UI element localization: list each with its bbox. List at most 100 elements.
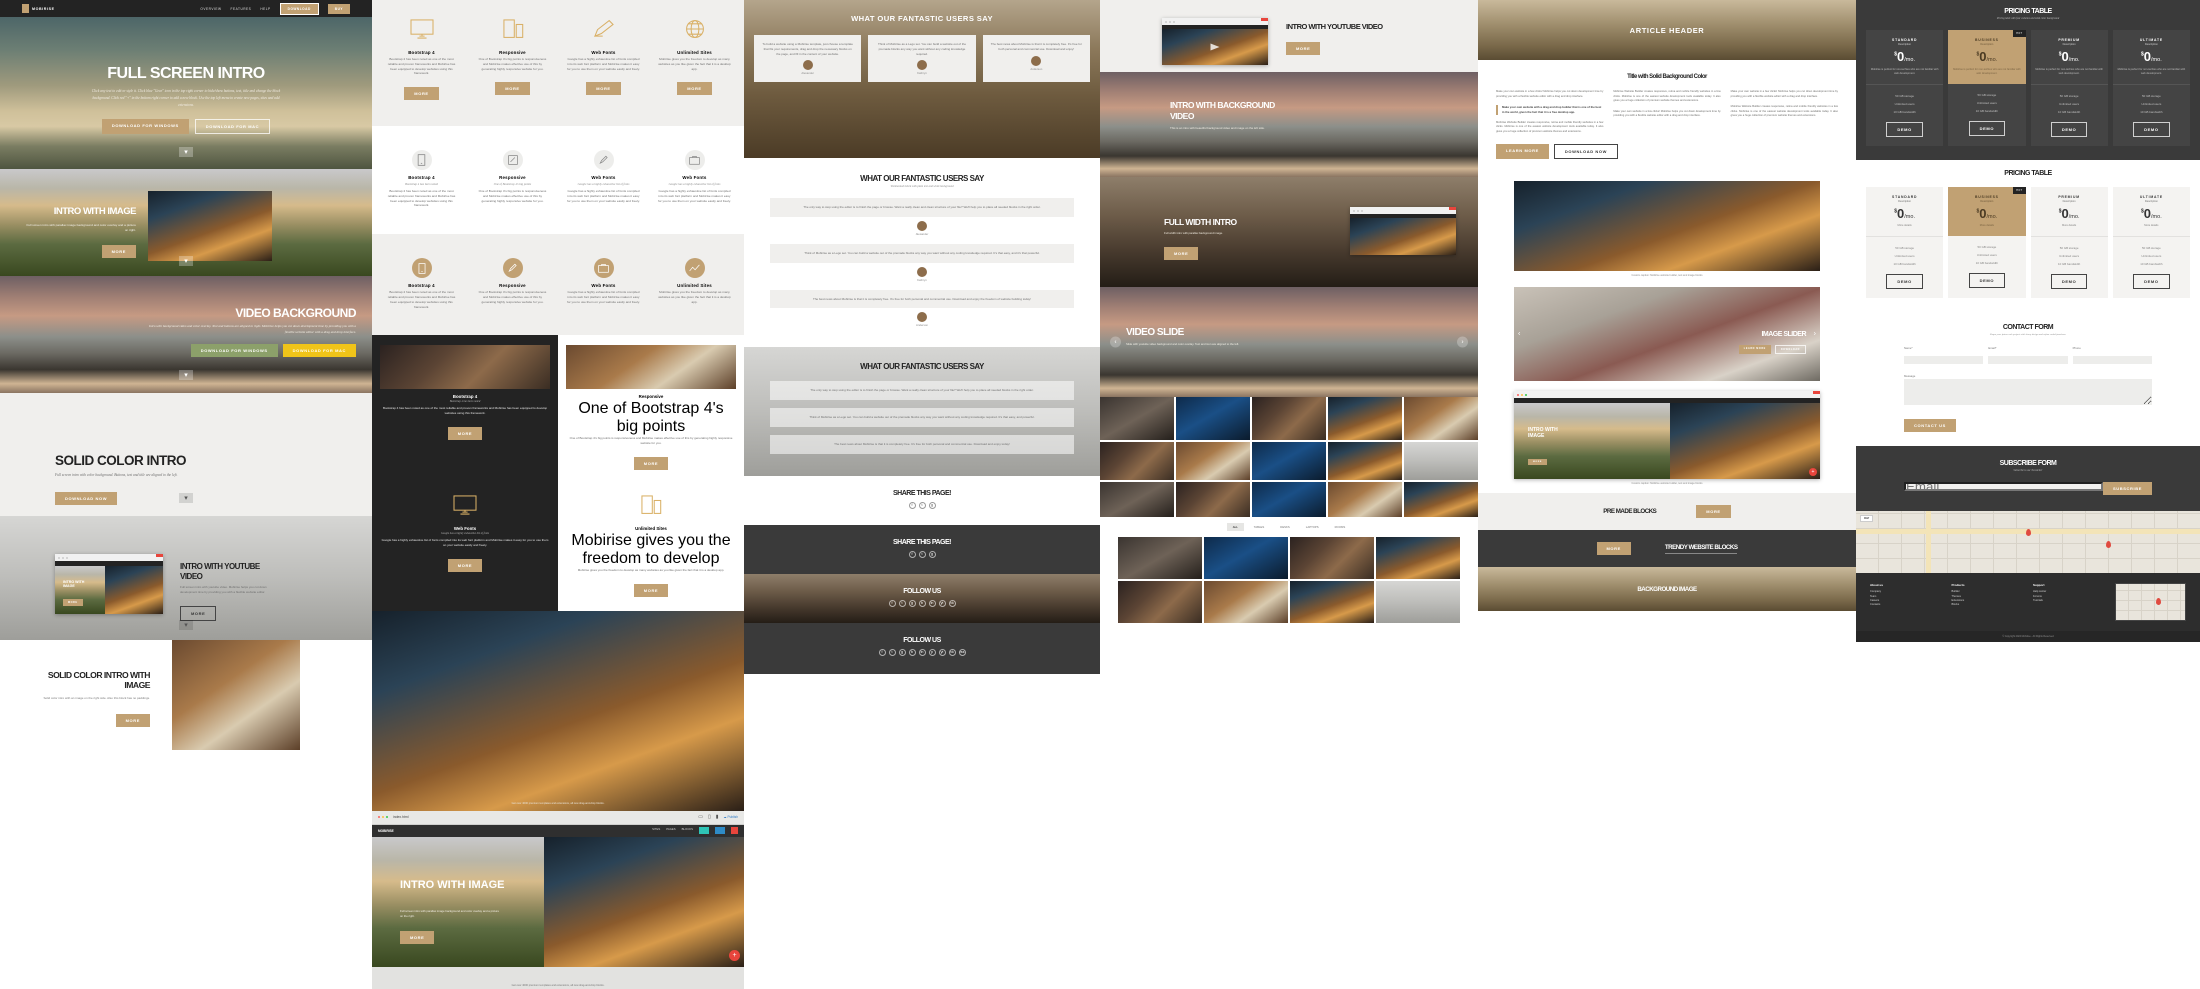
slider-next-arrow[interactable]: › <box>1457 336 1468 348</box>
image-slider-learn-button[interactable]: LEARN MORE <box>1738 345 1771 355</box>
google-icon[interactable]: g <box>928 501 936 509</box>
slider-prev-arrow[interactable]: ‹ <box>1110 336 1121 348</box>
full-width-intro-button[interactable]: MORE <box>1164 246 1199 260</box>
footer-link[interactable]: Blocks <box>1952 603 2024 607</box>
feature-more-button[interactable]: MORE <box>586 82 621 96</box>
gallery-tab-tables[interactable]: TABLES <box>1248 523 1271 531</box>
gallery-item[interactable] <box>1204 537 1288 579</box>
plan-demo-button[interactable]: DEMO <box>2133 121 2170 137</box>
feature-more-button[interactable]: MORE <box>495 82 530 96</box>
plan-demo-button[interactable]: DEMO <box>2050 121 2088 137</box>
gallery-item[interactable] <box>1252 482 1326 517</box>
intro-youtube-more-button[interactable]: MORE <box>1286 42 1321 56</box>
twitter-icon[interactable]: t <box>918 550 926 558</box>
plan-demo-button[interactable]: DEMO <box>1968 273 2006 289</box>
email-input[interactable] <box>1988 355 2068 364</box>
footer-link[interactable]: Contacts <box>1870 603 1942 607</box>
close-icon[interactable] <box>1813 391 1820 395</box>
editor-menu-pages[interactable]: PAGES <box>666 827 675 834</box>
gallery-item[interactable] <box>1404 397 1478 440</box>
scroll-down-arrow[interactable]: ▾ <box>179 620 193 630</box>
download-windows-button[interactable]: DOWNLOAD FOR WINDOWS <box>101 119 189 135</box>
gallery-item[interactable] <box>1118 537 1202 579</box>
nav-link-overview[interactable]: OVERVIEW <box>200 7 221 11</box>
editor-action-green[interactable] <box>699 827 709 835</box>
gallery-item[interactable] <box>1376 581 1460 623</box>
phone-input[interactable] <box>2072 355 2152 364</box>
google-icon[interactable]: g <box>908 599 916 607</box>
facebook-icon[interactable]: f <box>888 599 896 607</box>
editor-page-button[interactable]: MORE <box>400 930 435 944</box>
google-icon[interactable]: g <box>898 648 906 656</box>
plan-demo-button[interactable]: DEMO <box>1968 120 2006 136</box>
close-icon[interactable] <box>156 554 163 557</box>
vk-icon[interactable]: vk <box>948 599 956 607</box>
twitter-icon[interactable]: t <box>918 501 926 509</box>
publish-icon[interactable]: ☁ Publish <box>723 815 738 819</box>
block-map[interactable]: MAP <box>1856 511 2200 574</box>
editor-menu-blocks[interactable]: BLOCKS <box>682 827 693 834</box>
nav-link-help[interactable]: HELP <box>260 7 270 11</box>
gallery-item[interactable] <box>1290 581 1374 623</box>
linkedin-icon[interactable]: in <box>918 648 926 656</box>
scroll-down-arrow[interactable]: ▾ <box>179 493 193 503</box>
play-icon[interactable] <box>1210 43 1220 51</box>
editor-action-red[interactable] <box>731 827 738 835</box>
behance-icon[interactable]: b <box>908 648 916 656</box>
pre-made-blocks-button[interactable]: MORE <box>1696 505 1731 519</box>
intro-with-image-button[interactable]: MORE <box>101 245 136 259</box>
footer-map-thumb[interactable] <box>2114 583 2186 622</box>
slider-next-arrow[interactable]: › <box>1814 331 1816 338</box>
twitter-icon[interactable]: t <box>888 648 896 656</box>
gallery-item[interactable] <box>1176 482 1250 517</box>
plan-demo-button[interactable]: DEMO <box>1886 121 1923 137</box>
site-navbar[interactable]: MOBIRISE OVERVIEW FEATURES HELP DOWNLOAD… <box>0 0 372 17</box>
gallery-item[interactable] <box>1176 442 1250 480</box>
gallery-tab-all[interactable]: ALL <box>1226 523 1244 531</box>
video-bg-download-windows-button[interactable]: DOWNLOAD FOR WINDOWS <box>190 343 278 357</box>
navbar-buy-button[interactable]: BUY <box>327 3 350 14</box>
gallery-tab-laptops[interactable]: LAPTOPS <box>1300 523 1325 531</box>
gallery-item[interactable] <box>1404 442 1478 480</box>
footer-link[interactable]: Tutorials <box>2033 599 2105 603</box>
subscribe-email-input[interactable] <box>1904 482 2104 492</box>
name-input[interactable] <box>1904 355 1984 364</box>
article-download-button[interactable]: DOWNLOAD NOW <box>1553 144 1618 160</box>
navbar-logo[interactable]: MOBIRISE <box>22 4 55 13</box>
solid-color-image-more-button[interactable]: MORE <box>115 713 150 727</box>
scroll-down-arrow[interactable]: ▾ <box>179 370 193 380</box>
navbar-download-button[interactable]: DOWNLOAD <box>279 2 319 15</box>
slider-prev-arrow[interactable]: ‹ <box>1518 331 1520 338</box>
pinterest-icon[interactable]: p <box>928 648 936 656</box>
facebook-icon[interactable]: f <box>908 550 916 558</box>
gallery-item[interactable] <box>1376 537 1460 579</box>
solid-color-download-button[interactable]: DOWNLOAD NOW <box>55 491 118 505</box>
vk-icon[interactable]: vk <box>948 648 956 656</box>
plan-demo-button[interactable]: DEMO <box>1886 274 1923 290</box>
desktop-icon[interactable]: ▭ <box>698 814 703 820</box>
gallery-item[interactable] <box>1100 397 1174 440</box>
feature-more-button[interactable]: MORE <box>447 426 483 440</box>
article-learn-more-button[interactable]: LEARN MORE <box>1496 144 1549 160</box>
youtube-icon[interactable]: yt <box>938 648 946 656</box>
feature-more-button[interactable]: MORE <box>404 87 439 101</box>
twitter-icon[interactable]: t <box>898 599 906 607</box>
tablet-icon[interactable]: ▯ <box>708 814 711 820</box>
feature-more-button[interactable]: MORE <box>677 82 712 96</box>
nav-link-features[interactable]: FEATURES <box>231 7 252 11</box>
download-mac-button[interactable]: DOWNLOAD FOR MAC <box>194 119 271 135</box>
message-input[interactable] <box>1904 379 2152 406</box>
feature-more-button[interactable]: MORE <box>633 456 669 470</box>
close-icon[interactable] <box>1261 18 1268 21</box>
close-icon[interactable] <box>1449 207 1456 210</box>
gallery-tab-rooms[interactable]: ROOMS <box>1329 523 1352 531</box>
image-slider-download-button[interactable]: DOWNLOAD <box>1774 345 1806 355</box>
feature-more-button[interactable]: MORE <box>447 558 483 572</box>
gallery-item[interactable] <box>1328 482 1402 517</box>
youtube-icon[interactable]: yt <box>938 599 946 607</box>
plan-demo-button[interactable]: DEMO <box>2050 274 2088 290</box>
facebook-icon[interactable]: f <box>908 501 916 509</box>
trendy-blocks-button[interactable]: MORE <box>1596 542 1631 556</box>
editor-menu-sites[interactable]: SITES <box>652 827 660 834</box>
gallery-item[interactable] <box>1252 397 1326 440</box>
